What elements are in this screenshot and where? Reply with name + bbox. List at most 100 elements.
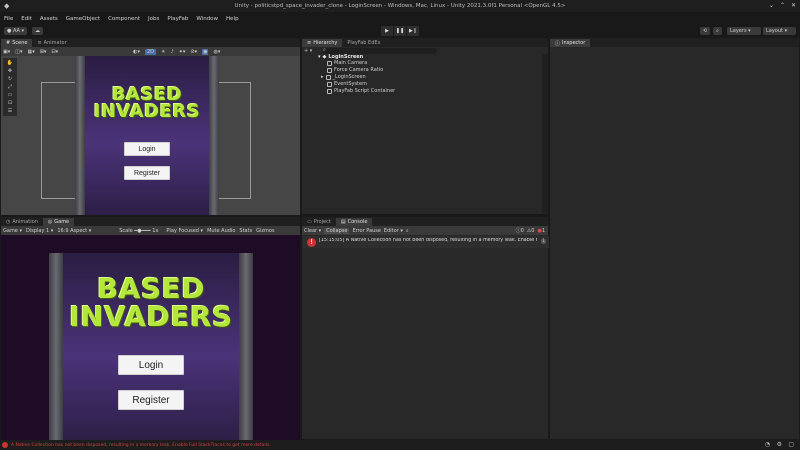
error-filter[interactable]: ●1 [537,228,548,234]
lighting-icon[interactable]: ☀ [161,49,165,55]
tab-inspector-label: Inspector [562,40,586,46]
scale-tool-icon[interactable]: ⤢ [8,84,12,90]
menu-file[interactable]: File [4,16,13,22]
transform-tool-icon[interactable]: ⊡ [8,100,12,106]
mute-audio-toggle[interactable]: Mute Audio [207,228,235,234]
display-mode-dropdown[interactable]: Game ▾ [3,228,22,234]
scale-value: 1x [152,227,159,234]
animator-icon: ≡ [37,40,42,46]
play-focused-dropdown[interactable]: Play Focused ▾ [166,228,203,234]
scene-register-button[interactable]: Register [124,166,170,180]
settings-icon[interactable]: ⚙ [777,441,782,448]
status-error-icon [2,442,8,448]
menu-jobs[interactable]: Jobs [148,16,159,22]
scale-slider[interactable]: Scale ━●━━━ 1x [119,228,158,234]
layers-dropdown[interactable]: Layers ▾ [727,27,761,35]
effects-icon[interactable]: ✦▾ [179,49,186,55]
gizmos-dropdown[interactable]: Gizmos [256,228,274,234]
gameobject-icon [327,60,332,66]
log-filter[interactable]: ⓘ0 [516,227,524,234]
hierarchy-item-label: Main Camera [334,60,368,66]
minimize-icon[interactable]: ⌄ [769,2,774,9]
hidden-objects-icon[interactable]: ⊘▾ [190,49,197,55]
menu-component[interactable]: Component [108,16,140,22]
hierarchy-scrollbar[interactable] [542,54,548,214]
draw-mode-icon[interactable]: ◐▾ [133,49,140,55]
camera-icon[interactable]: ◉ [202,48,209,55]
step-button[interactable]: ▶❙ [407,26,419,36]
hierarchy-panel: ≡ Hierarchy PlayFab EdEx + ▾ ⌕ ▾ ◆ Login… [301,37,549,215]
hierarchy-item-label: _LoginScreen [332,74,366,80]
status-bar[interactable]: A Native Collection has not been dispose… [0,440,800,450]
menu-window[interactable]: Window [196,16,218,22]
hand-tool-icon[interactable]: ✋ [7,60,13,66]
pause-button[interactable]: ❚❚ [394,26,406,36]
search-icon: ⌕ [323,47,326,53]
close-icon[interactable]: ✕ [791,2,796,9]
warning-filter[interactable]: ⚠0 [527,228,535,234]
game-viewport[interactable]: BASED INVADERS Login Register [1,235,300,440]
error-pause-toggle[interactable]: Error Pause [352,228,380,234]
search-button[interactable]: ⌕ [713,27,722,35]
hierarchy-item[interactable]: Main Camera [327,60,367,66]
toggle-2d[interactable]: 2D [144,48,157,55]
tab-project[interactable]: ▭ Project [302,218,336,226]
console-search-icon[interactable]: ⌕ [406,228,409,234]
tab-console[interactable]: ▤ Console [335,218,373,226]
login-button[interactable]: Login [118,355,184,375]
display-dropdown[interactable]: Display 1 ▾ [26,228,53,234]
tab-playfab-edex[interactable]: PlayFab EdEx [342,39,385,47]
audio-icon[interactable]: ♪ [171,49,174,55]
scene-viewport[interactable]: ✋ ✥ ↻ ⤢ ▭ ⊡ ☰ BASED INVADERS Login Regis… [1,56,300,215]
rect-tool-icon[interactable]: ▭ [8,92,13,98]
aspect-dropdown[interactable]: 16:9 Aspect ▾ [57,228,91,234]
menu-help[interactable]: Help [226,16,239,22]
tab-animation[interactable]: ◷ Animation [1,218,43,226]
pivot-icon[interactable]: ◫▾ [15,49,22,55]
move-tool-icon[interactable]: ✥ [8,68,12,74]
game-toolbar: Game ▾ Display 1 ▾ 16:9 Aspect ▾ Scale ━… [1,226,300,235]
history-button[interactable]: ⟲ [700,27,711,35]
layers-label: Layers [730,28,747,34]
tab-animator[interactable]: ≡ Animator [32,39,71,47]
layout-dropdown[interactable]: Layout ▾ [763,27,796,35]
play-button[interactable]: ▶ [381,26,393,36]
menu-assets[interactable]: Assets [40,16,58,22]
hierarchy-item[interactable]: EventSystem [327,81,367,87]
inspector-panel: ⓘ Inspector [549,37,800,440]
rotate-tool-icon[interactable]: ↻ [8,76,12,82]
hierarchy-item[interactable]: Force Camera Ratio [327,67,383,73]
hierarchy-item[interactable]: PlayFab Script Container [327,88,395,94]
menu-edit[interactable]: Edit [21,16,32,22]
console-entry[interactable]: ! [15:15:05] A Native Collection has not… [303,236,549,248]
hierarchy-item[interactable]: ▸ _LoginScreen [321,74,366,80]
clear-dropdown[interactable]: Clear ▾ [304,228,321,234]
menu-gameobject[interactable]: GameObject [66,16,100,22]
transform-tools-icon[interactable]: ▣▾ [3,49,10,55]
tab-inspector[interactable]: ⓘ Inspector [550,39,591,47]
layout-label: Layout [766,28,783,34]
stats-toggle[interactable]: Stats [239,228,252,234]
progress-icon[interactable]: ◔ [765,441,770,448]
tab-game[interactable]: ◎ Game [42,218,75,226]
editor-dropdown[interactable]: Editor ▾ [384,228,403,234]
game-logo-line1: BASED [96,272,206,305]
menu-playfab[interactable]: PlayFab [167,16,188,22]
cloud-button[interactable]: ☁ [32,27,43,35]
account-dropdown[interactable]: ● AA ▾ [4,27,28,35]
custom-tool-icon[interactable]: ☰ [8,108,12,114]
move-snap-icon[interactable]: ⊟▾ [51,49,58,55]
maximize-icon[interactable]: ⌃ [780,2,785,9]
add-object-button[interactable]: + ▾ [304,48,312,54]
tab-scene[interactable]: # Scene [1,39,33,47]
tab-hierarchy[interactable]: ≡ Hierarchy [302,39,343,47]
snap-icon[interactable]: ⊞▾ [40,49,47,55]
collapse-toggle[interactable]: Collapse [324,227,350,234]
scene-login-button[interactable]: Login [124,142,170,156]
log-count: 0 [520,228,524,234]
gameobject-icon [327,67,332,73]
gizmos-icon[interactable]: ◍▾ [213,49,220,55]
grid-icon[interactable]: ▦▾ [27,49,34,55]
notifications-icon[interactable]: ▢ [788,441,794,448]
register-button[interactable]: Register [118,390,184,410]
